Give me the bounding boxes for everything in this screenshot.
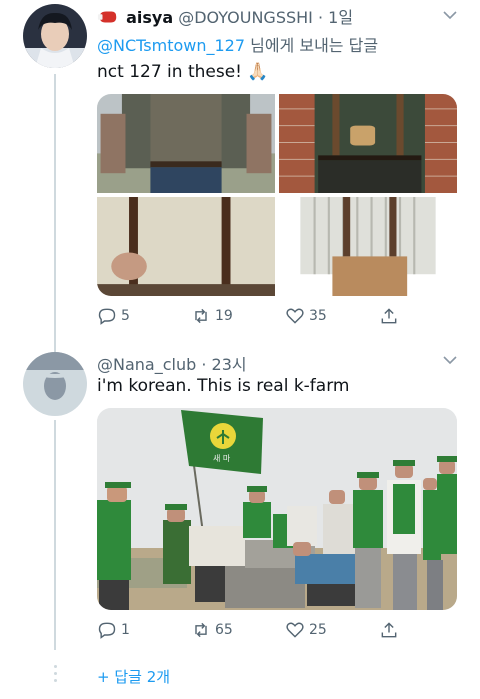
reply-count: 1 <box>121 622 130 638</box>
thread-dots <box>52 665 58 686</box>
reply-to-mention[interactable]: @NCTsmtown_127 <box>97 36 245 55</box>
handle[interactable]: @Nana_club <box>97 355 196 374</box>
farm-photo: 새 마 <box>97 408 457 610</box>
display-name[interactable]: aisya <box>126 8 173 27</box>
media-photo[interactable] <box>97 197 275 296</box>
timestamp[interactable]: · 1일 <box>318 8 353 27</box>
like-button[interactable]: 35 <box>285 306 327 326</box>
flag-text: 새 마 <box>213 454 231 463</box>
share-button[interactable] <box>379 306 399 326</box>
share-button[interactable] <box>379 620 399 640</box>
tweet-actions: 5 19 35 <box>97 306 437 328</box>
heart-icon <box>286 308 304 324</box>
retweet-button[interactable]: 19 <box>191 306 233 326</box>
tweet-text: nct 127 in these! 🙏🏻 <box>97 62 269 82</box>
reply-button[interactable]: 1 <box>97 620 130 640</box>
avatar[interactable] <box>23 4 87 68</box>
retweet-icon <box>195 622 207 638</box>
retweet-count: 19 <box>215 308 233 324</box>
media-photo[interactable] <box>97 94 275 193</box>
retweet-button[interactable]: 65 <box>191 620 233 640</box>
timestamp[interactable]: · 23시 <box>201 355 246 374</box>
like-button[interactable]: 25 <box>285 620 327 640</box>
tweet-text: i'm korean. This is real k-farm <box>97 376 350 396</box>
share-icon <box>381 622 397 638</box>
like-count: 35 <box>309 308 327 324</box>
tweet-nana-club[interactable]: @Nana_club · 23시 i'm korean. This is rea… <box>0 340 480 660</box>
heart-icon <box>286 622 304 638</box>
reply-count: 5 <box>121 308 130 324</box>
tweet-aisya[interactable]: aisya @DOYOUNGSSHI · 1일 @NCTsmtown_127 님… <box>0 0 480 340</box>
reply-icon <box>98 308 116 325</box>
media-photo[interactable] <box>279 197 457 296</box>
reply-icon <box>98 622 116 639</box>
more-replies-link[interactable]: + 답글 2개 <box>97 666 170 687</box>
tweet-header: @Nana_club · 23시 <box>97 351 247 375</box>
boxing-glove-icon <box>97 9 121 29</box>
media-photo[interactable] <box>279 94 457 193</box>
like-count: 25 <box>309 622 327 638</box>
avatar-photo <box>23 4 87 68</box>
reply-to-suffix: 님에게 보내는 답글 <box>245 36 379 55</box>
chevron-down-icon[interactable] <box>442 10 458 20</box>
chevron-down-icon[interactable] <box>442 355 458 365</box>
media-photo[interactable]: 새 마 <box>97 408 457 610</box>
retweet-count: 65 <box>215 622 233 638</box>
reply-button[interactable]: 5 <box>97 306 130 326</box>
reply-to-line: @NCTsmtown_127 님에게 보내는 답글 <box>97 32 378 56</box>
avatar-default[interactable] <box>23 352 87 416</box>
tweet-actions: 1 65 25 <box>97 620 437 642</box>
share-icon <box>381 308 397 324</box>
tweet-header: aisya @DOYOUNGSSHI · 1일 <box>97 4 353 29</box>
handle[interactable]: @DOYOUNGSSHI <box>178 8 313 27</box>
media-grid[interactable] <box>97 94 457 296</box>
retweet-icon <box>195 308 207 324</box>
default-avatar-icon <box>23 352 87 416</box>
